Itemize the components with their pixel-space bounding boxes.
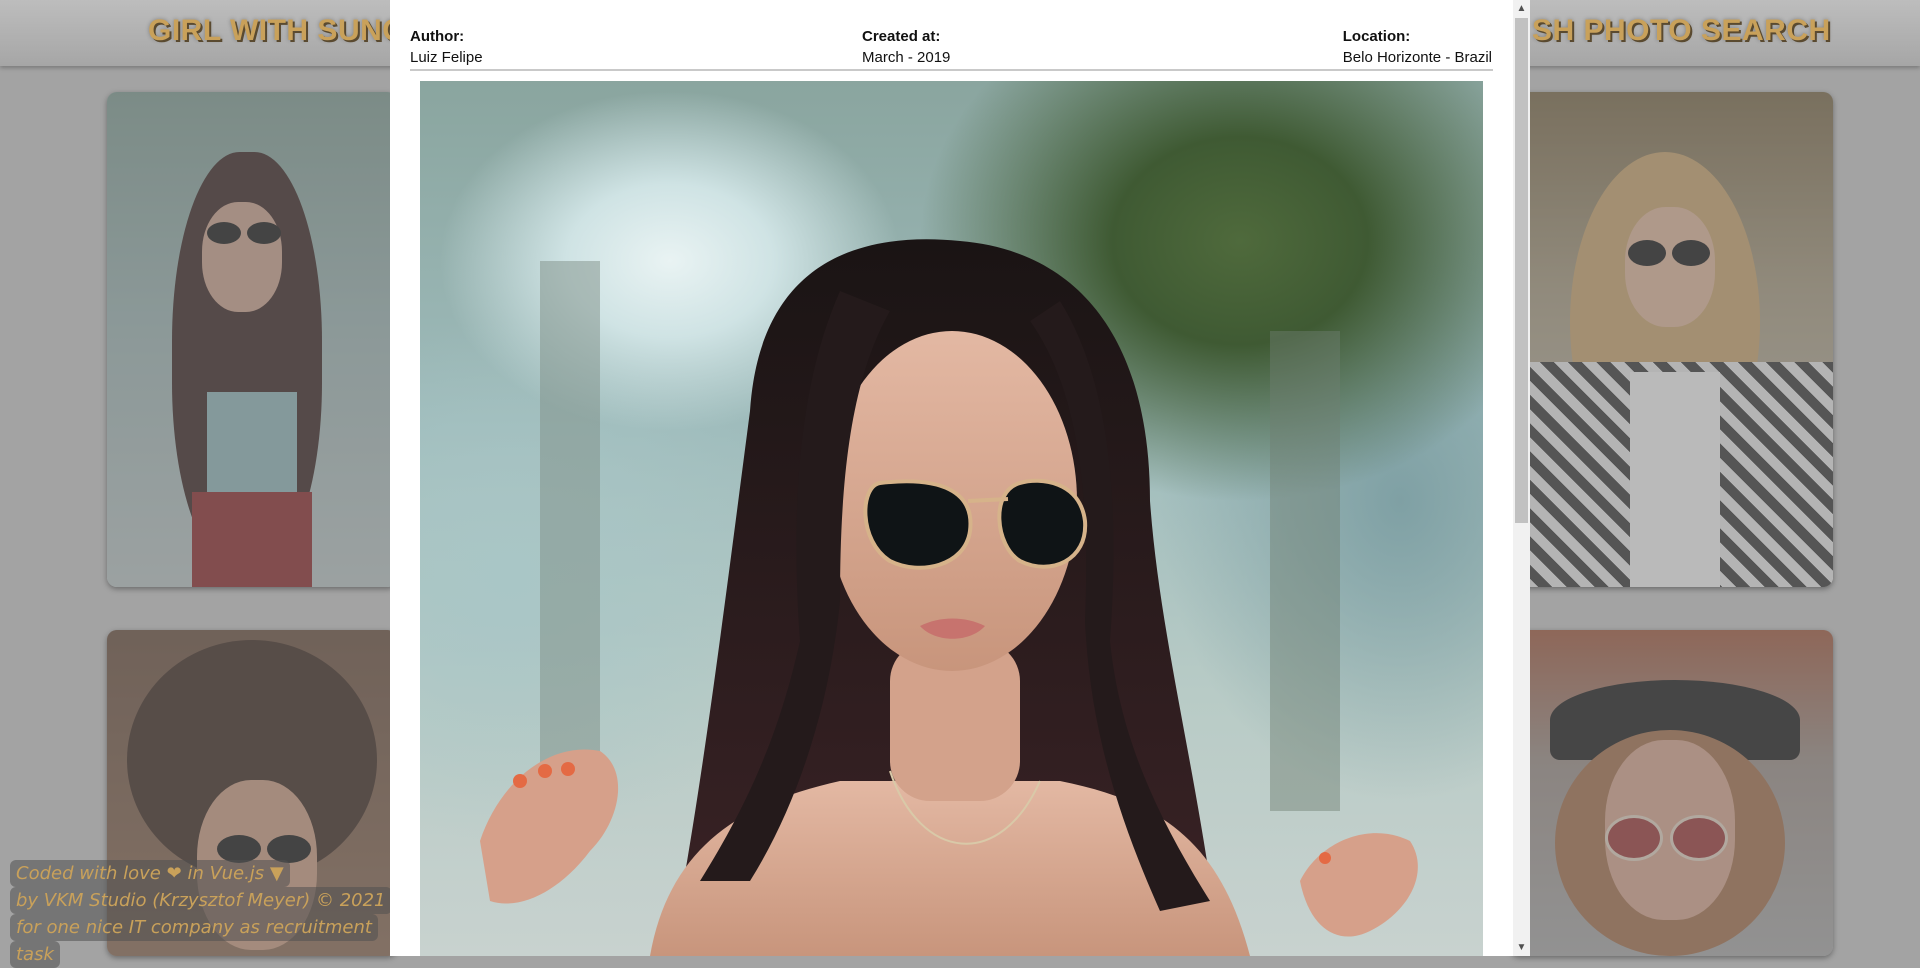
credits-line: Coded with love ❤ in Vue.js ▼ — [10, 860, 290, 887]
created-label: Created at: — [862, 28, 941, 45]
meta-created: Created at: March - 2019 — [862, 26, 950, 68]
scroll-thumb[interactable] — [1515, 18, 1528, 523]
scroll-up-arrow-icon[interactable]: ▲ — [1513, 0, 1530, 17]
modal-scrollbar[interactable]: ▲ ▼ — [1513, 0, 1530, 956]
meta-divider — [410, 69, 1493, 71]
credits-purpose: for one nice IT company as recruitment — [10, 914, 378, 941]
location-label: Location: — [1342, 28, 1411, 45]
author-label: Author: — [410, 28, 465, 45]
heart-icon: ❤ — [166, 863, 182, 884]
meta-author: Author: Luiz Felipe — [410, 26, 483, 68]
gallery-card[interactable] — [1510, 630, 1833, 956]
credits-author: by VKM Studio (Krzysztof Meyer) © 2021 — [10, 887, 392, 914]
page-title-end: SH PHOTO SEARCH — [1532, 14, 1831, 47]
location-value: Belo Horizonte - Brazil — [1342, 49, 1492, 66]
credits-purpose-end: task — [10, 941, 60, 968]
footer-credits: Coded with love ❤ in Vue.js ▼ by VKM Stu… — [10, 860, 392, 968]
modal-photo — [420, 81, 1483, 956]
author-value: Luiz Felipe — [410, 49, 483, 66]
vue-icon: ▼ — [269, 863, 284, 884]
gallery-card[interactable] — [1510, 92, 1833, 587]
photo-modal: Author: Luiz Felipe Created at: March - … — [390, 0, 1530, 956]
page-title: GIRL WITH SUNGL — [148, 14, 425, 47]
meta-location: Location: Belo Horizonte - Brazil — [1343, 26, 1492, 68]
scroll-down-arrow-icon[interactable]: ▼ — [1513, 939, 1530, 956]
photo-illustration — [480, 239, 1418, 956]
gallery-card[interactable] — [107, 92, 397, 587]
created-value: March - 2019 — [862, 49, 951, 66]
